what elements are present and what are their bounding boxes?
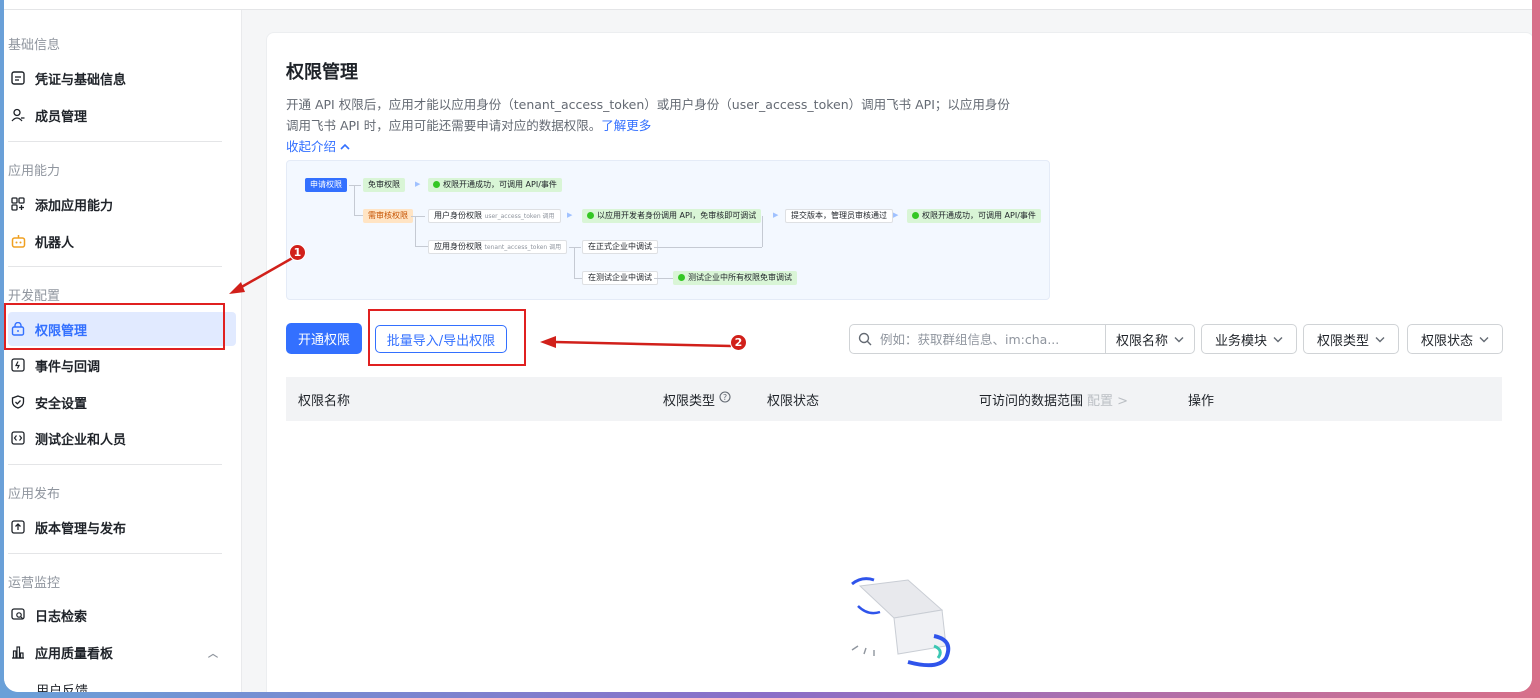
annotation-number-1: 1 [289,244,306,261]
annotation-number-2: 2 [730,334,747,351]
annotation-arrows [229,254,732,348]
